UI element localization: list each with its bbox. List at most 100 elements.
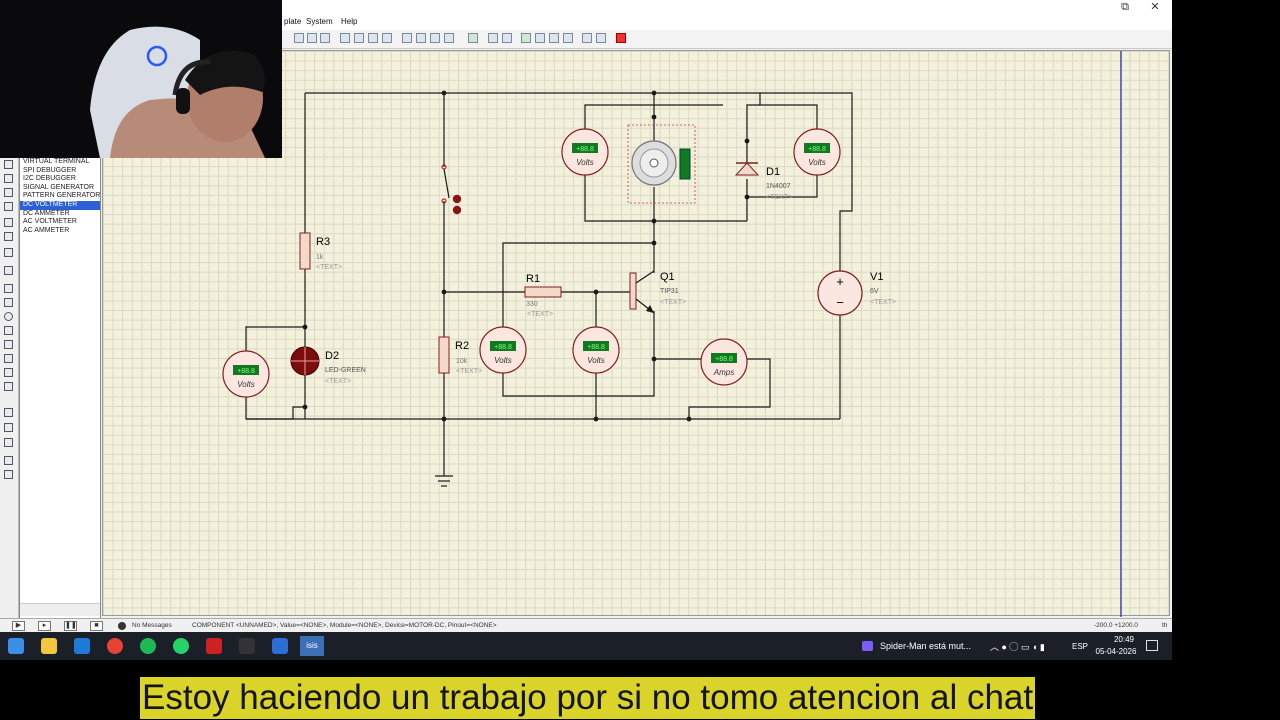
voltmeter-m1[interactable]: +88.8 Volts: [561, 128, 609, 176]
component-mode-icon[interactable]: [4, 160, 13, 169]
make-device-icon[interactable]: [430, 33, 440, 43]
spotify-icon[interactable]: [140, 638, 156, 654]
netlist-icon[interactable]: [596, 33, 606, 43]
dc-motor[interactable]: [627, 124, 696, 204]
generator-mode-icon[interactable]: [4, 218, 13, 227]
capcut-icon[interactable]: [239, 638, 255, 654]
app-icon[interactable]: [206, 638, 222, 654]
device-list-item[interactable]: SPI DEBUGGER: [20, 167, 100, 176]
instrument-mode-icon[interactable]: [4, 266, 13, 275]
start-icon[interactable]: [8, 638, 24, 654]
junction-mode-icon[interactable]: [4, 174, 13, 183]
device-list-item[interactable]: DC VOLTMETER: [20, 200, 100, 210]
device-list-item[interactable]: AC AMMETER: [20, 227, 100, 236]
device-list: VIRTUAL TERMINAL SPI DEBUGGER I2C DEBUGGER…: [19, 157, 101, 619]
box-icon[interactable]: [4, 298, 13, 307]
line-icon[interactable]: [4, 284, 13, 293]
rotate-cw-icon[interactable]: [4, 408, 13, 417]
rotate-ccw-icon[interactable]: [4, 423, 13, 432]
new-sheet-icon[interactable]: [521, 33, 531, 43]
led-d2[interactable]: D2 LED-GREEN <TEXT>: [290, 346, 366, 385]
switch[interactable]: [441, 164, 462, 215]
remove-sheet-icon[interactable]: [535, 33, 545, 43]
ammeter[interactable]: +88.8 Amps: [700, 338, 748, 386]
q1-text: <TEXT>: [660, 299, 686, 306]
goto-sheet-icon[interactable]: [549, 33, 559, 43]
bom-icon[interactable]: [563, 33, 573, 43]
device-list-item[interactable]: SIGNAL GENERATOR: [20, 184, 100, 193]
device-list-item[interactable]: I2C DEBUGGER: [20, 175, 100, 184]
probe-mode-icon[interactable]: [4, 232, 13, 241]
erc-icon[interactable]: [582, 33, 592, 43]
wire-autorouter-icon[interactable]: [468, 33, 478, 43]
device-list-scrollbar[interactable]: [20, 603, 100, 616]
search-tag-icon[interactable]: [488, 33, 498, 43]
marker-icon[interactable]: [4, 382, 13, 391]
arc-icon[interactable]: [4, 326, 13, 335]
v1-value: 6V: [870, 288, 879, 295]
transistor-q1[interactable]: Q1 TIP31 <TEXT>: [629, 270, 686, 314]
device-list-item[interactable]: PATTERN GENERATOR: [20, 192, 100, 201]
clock-date[interactable]: 05-04-2026: [1094, 647, 1138, 656]
tape-mode-icon[interactable]: [4, 248, 13, 257]
menu-system[interactable]: System: [306, 17, 333, 26]
device-list-item[interactable]: VIRTUAL TERMINAL: [20, 158, 100, 167]
step-button[interactable]: ▸: [38, 621, 51, 631]
label-mode-icon[interactable]: [4, 188, 13, 197]
device-list-item[interactable]: AC VOLTMETER: [20, 218, 100, 227]
property-tool-icon[interactable]: [502, 33, 512, 43]
resistor-r3[interactable]: R3 1k <TEXT>: [299, 232, 342, 271]
copy-icon[interactable]: [307, 33, 317, 43]
r1-text: <TEXT>: [527, 311, 553, 318]
resistor-r2[interactable]: R2 10k <TEXT>: [438, 336, 482, 375]
notification-text[interactable]: Spider-Man está mut...: [880, 641, 971, 651]
voltmeter-m4[interactable]: +88.8 Volts: [479, 326, 527, 374]
mirror-x-icon[interactable]: [4, 456, 13, 465]
symbol-icon[interactable]: [4, 368, 13, 377]
tray-icons[interactable]: ︿ ● ◯ ▭ ◖ ▮: [990, 640, 1045, 653]
ares-icon[interactable]: [616, 33, 626, 43]
whatsapp-icon[interactable]: [173, 638, 189, 654]
restore-button[interactable]: ⧉: [1110, 0, 1140, 14]
path-icon[interactable]: [4, 340, 13, 349]
stop-button[interactable]: ■: [90, 621, 103, 631]
voltmeter-m2[interactable]: +88.8 Volts: [793, 128, 841, 176]
outlook-icon[interactable]: [74, 638, 90, 654]
notification-center-icon[interactable]: [1146, 640, 1158, 651]
packaging-icon[interactable]: [444, 33, 454, 43]
voltage-source-v1[interactable]: + − V1 6V <TEXT>: [817, 270, 896, 316]
block-copy-icon[interactable]: [340, 33, 350, 43]
menu-help[interactable]: Help: [341, 17, 357, 26]
cut-icon[interactable]: [294, 33, 304, 43]
isis-taskbar-button[interactable]: isis: [300, 636, 324, 656]
v1-plus: +: [836, 274, 844, 289]
pause-button[interactable]: ❚❚: [64, 621, 77, 631]
block-move-icon[interactable]: [354, 33, 364, 43]
diode-d1[interactable]: D1 1N4007 <TEXT>: [734, 162, 792, 201]
device-list-item[interactable]: DC AMMETER: [20, 210, 100, 219]
webcam-overlay: [0, 0, 282, 158]
clock-time[interactable]: 20:49: [1102, 635, 1146, 644]
mirror-y-icon[interactable]: [4, 470, 13, 479]
paste-icon[interactable]: [320, 33, 330, 43]
block-rotate-icon[interactable]: [368, 33, 378, 43]
svg-text:+88.8: +88.8: [237, 368, 255, 375]
play-button[interactable]: ▶: [12, 621, 25, 631]
language-indicator[interactable]: ESP: [1072, 642, 1088, 651]
chrome-icon[interactable]: [107, 638, 123, 654]
file-explorer-icon[interactable]: [41, 638, 57, 654]
circle-icon[interactable]: [4, 312, 13, 321]
messages-status[interactable]: No Messages: [132, 622, 172, 629]
angle-icon[interactable]: [4, 438, 13, 447]
close-button[interactable]: ✕: [1140, 0, 1170, 14]
zoom-icon[interactable]: [402, 33, 412, 43]
text-script-icon[interactable]: [4, 202, 13, 211]
voltmeter-m3[interactable]: +88.8 Volts: [222, 350, 270, 398]
block-delete-icon[interactable]: [382, 33, 392, 43]
word-icon[interactable]: [272, 638, 288, 654]
pick-device-icon[interactable]: [416, 33, 426, 43]
resistor-r1[interactable]: R1 330 <TEXT>: [524, 273, 562, 318]
voltmeter-m5[interactable]: +88.8 Volts: [572, 326, 620, 374]
text-icon[interactable]: [4, 354, 13, 363]
menu-template[interactable]: plate: [284, 17, 301, 26]
